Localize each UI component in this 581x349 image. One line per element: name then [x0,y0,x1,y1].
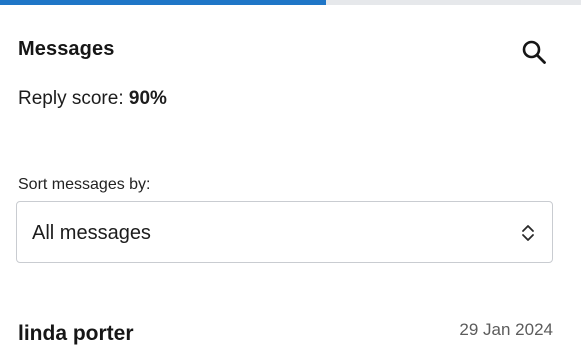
messages-header: Messages [18,38,558,70]
search-icon [522,40,546,64]
message-date: 29 Jan 2024 [459,320,553,339]
chevron-up-down-icon [522,225,534,241]
sort-select[interactable]: All messages [16,201,553,263]
sort-label: Sort messages by: [18,176,151,193]
tab-active-indicator[interactable] [0,0,326,5]
message-list-item[interactable]: linda porter 29 Jan 2024 [0,300,581,349]
reply-score: Reply score: 90% [18,88,167,110]
page-title: Messages [18,38,115,60]
tab-bar [0,0,581,5]
sort-select-value: All messages [32,222,151,244]
tab-inactive-indicator[interactable] [326,0,581,5]
reply-score-label: Reply score: [18,88,129,109]
reply-score-value: 90% [128,88,167,109]
search-button[interactable] [518,36,550,68]
message-sender: linda porter [18,322,134,345]
